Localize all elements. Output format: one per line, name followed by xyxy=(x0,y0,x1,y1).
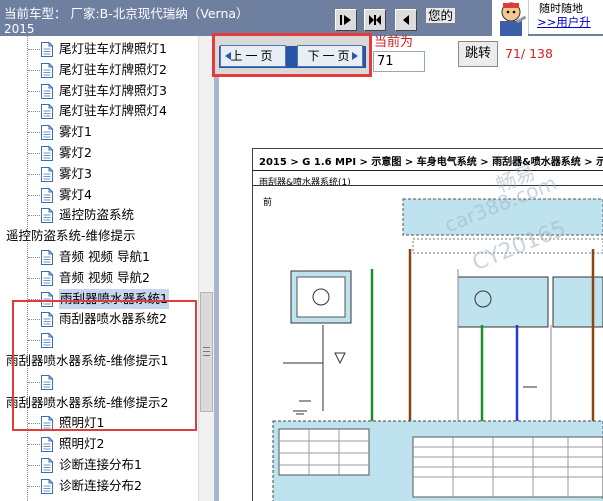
top-header: 当前车型： 厂家:B-北京现代瑞纳（Verna） 2015 您的 随时随地 >>… xyxy=(0,0,603,36)
tree-connector xyxy=(28,215,40,217)
tree-leaf-item[interactable]: 诊断连接分布2 xyxy=(0,476,198,496)
next-page-label: 下一页 xyxy=(307,49,353,63)
prev-arrow-icon xyxy=(225,52,231,60)
tree-item-label: 尾灯驻车灯牌照灯3 xyxy=(59,82,167,98)
tree-item-label: 尾灯驻车灯牌照灯2 xyxy=(59,61,167,77)
next-arrow-icon xyxy=(352,52,358,60)
page-nav-box: 上一页 下一页 xyxy=(212,33,372,77)
document-icon xyxy=(41,250,53,265)
upgrade-ad: 随时随地 >>用户升 xyxy=(528,0,603,34)
document-icon xyxy=(41,62,53,78)
tree-leaf-item[interactable]: 照明灯2 xyxy=(0,434,198,454)
prev-page-label: 上一页 xyxy=(230,49,276,63)
first-page-icon xyxy=(340,15,351,25)
toolbar-first-button[interactable] xyxy=(335,9,357,31)
tree-leaf-item[interactable]: 遥控防盗系统 xyxy=(0,205,198,225)
tree-item-label: 尾灯驻车灯牌照灯4 xyxy=(59,103,167,119)
tree-leaf-item[interactable]: 雾灯1 xyxy=(0,122,198,142)
tree-connector xyxy=(28,173,40,175)
page-count: 71/ 138 xyxy=(505,46,553,61)
tree-item-label: 雾灯2 xyxy=(59,145,92,160)
tree-leaf-item[interactable]: 雾灯4 xyxy=(0,185,198,205)
tree-leaf-item[interactable]: 雾灯3 xyxy=(0,164,198,184)
document-icon xyxy=(41,270,53,286)
document-icon xyxy=(41,458,53,473)
current-vehicle-label: 当前车型： 厂家:B-北京现代瑞纳（Verna） xyxy=(4,6,249,21)
tree-connector xyxy=(28,69,40,71)
next-page-button[interactable]: 下一页 xyxy=(297,45,363,67)
tree-leaf-item[interactable]: 尾灯驻车灯牌照灯3 xyxy=(0,81,198,101)
category-tree: 尾灯驻车灯牌照灯1 尾灯驻车灯牌照灯2 尾灯驻车灯牌照灯3 尾灯驻车灯牌照灯4 雾灯1 雾… xyxy=(0,36,198,501)
wiring-diagram xyxy=(253,185,603,501)
mascot-icon xyxy=(492,0,528,36)
tree-connector xyxy=(28,444,40,446)
tree-folder-item[interactable]: 遥控防盗系统-维修提示 xyxy=(0,226,198,246)
document-icon xyxy=(41,437,53,453)
tree-leaf-item[interactable]: 雾灯2 xyxy=(0,143,198,163)
tree-connector xyxy=(28,277,40,279)
tree-item-label: 音频 视频 导航1 xyxy=(59,249,150,264)
upgrade-link[interactable]: >>用户升 xyxy=(537,14,591,30)
jump-button[interactable]: 跳转 xyxy=(458,41,498,67)
document-icon xyxy=(41,104,53,120)
tree-leaf-item[interactable]: 诊断连接分布1 xyxy=(0,455,198,475)
document-icon xyxy=(41,42,53,57)
tree-leaf-item[interactable]: 音频 视频 导航2 xyxy=(0,268,198,288)
tree-item-label: 尾灯驻车灯牌照灯1 xyxy=(59,41,167,56)
tree-item-label: 诊断连接分布1 xyxy=(59,457,142,472)
tree-item-label: 雾灯3 xyxy=(59,165,92,181)
tree-connector xyxy=(28,111,40,113)
tree-leaf-item[interactable]: 尾灯驻车灯牌照灯2 xyxy=(0,60,198,80)
prev-page-button[interactable]: 上一页 xyxy=(220,45,286,67)
welcome-text: 您的 xyxy=(426,8,456,23)
tree-connector xyxy=(28,132,40,134)
document-icon xyxy=(41,146,53,161)
document-icon xyxy=(41,125,53,141)
tree-item-label: 音频 视频 导航2 xyxy=(59,269,150,285)
tree-item-label: 雾灯4 xyxy=(59,186,92,202)
document-icon xyxy=(41,187,53,203)
grip-icon xyxy=(203,347,210,356)
toolbar-fit-button[interactable] xyxy=(364,9,386,31)
document-icon xyxy=(41,166,53,182)
wiring-diagram-page: 2015 > G 1.6 MPI > 示意图 > 车身电气系统 > 雨刮器&喷水… xyxy=(252,148,603,501)
tree-item-label: 遥控防盗系统-维修提示 xyxy=(6,228,136,244)
annotation-highlight-box xyxy=(12,300,197,431)
current-page-label: 当前为 xyxy=(374,35,414,50)
tree-connector xyxy=(28,153,40,154)
tree-connector xyxy=(28,49,40,50)
document-icon xyxy=(41,83,53,99)
tree-item-label: 照明灯2 xyxy=(59,436,105,452)
tree-leaf-item[interactable]: 尾灯驻车灯牌照灯4 xyxy=(0,101,198,121)
tree-connector xyxy=(28,465,40,466)
fit-icon xyxy=(369,15,381,25)
tree-connector xyxy=(28,485,40,487)
tree-connector xyxy=(28,90,40,92)
toolbar-prev-button[interactable] xyxy=(395,9,417,31)
tree-item-label: 雾灯1 xyxy=(59,124,92,140)
tree-leaf-item[interactable]: 音频 视频 导航1 xyxy=(0,247,198,267)
tree-leaf-item[interactable]: 尾灯驻车灯牌照灯1 xyxy=(0,39,198,59)
scrollbar-thumb[interactable] xyxy=(200,292,213,412)
current-vehicle-year: 2015 xyxy=(4,22,35,36)
tree-item-label: 遥控防盗系统 xyxy=(59,207,135,223)
tree-connector xyxy=(28,194,40,196)
tree-connector xyxy=(28,257,40,258)
document-icon xyxy=(41,208,53,224)
prev-icon xyxy=(403,15,409,25)
tree-item-label: 诊断连接分布2 xyxy=(59,477,142,493)
page-number-input[interactable] xyxy=(373,51,425,72)
document-icon xyxy=(41,478,53,494)
tree-scrollbar[interactable] xyxy=(198,36,214,501)
